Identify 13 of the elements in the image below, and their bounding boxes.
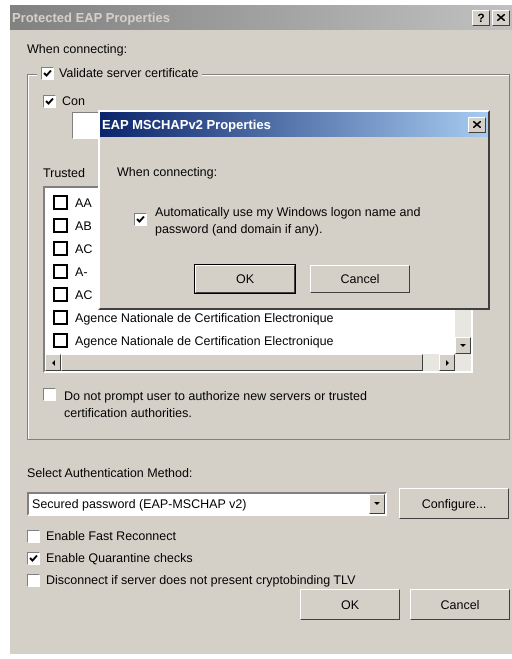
checkbox-label: Disconnect if server does not present cryptobinding TLV (46, 573, 356, 587)
window-title: Protected EAP Properties (12, 10, 170, 25)
checkbox-label: Automatically use my Windows logon name and password (and domain if any). (155, 204, 422, 238)
checkbox-label: Enable Quarantine checks (46, 551, 193, 565)
window-title: EAP MSCHAPv2 Properties (102, 117, 271, 132)
section-label: When connecting: (27, 42, 128, 56)
checkbox-label: Enable Fast Reconnect (46, 529, 176, 543)
section-label: When connecting: (117, 165, 218, 179)
list-label: Trusted (43, 166, 85, 180)
section-label: Select Authentication Method: (27, 466, 194, 480)
checkbox-label: Con (62, 94, 85, 108)
checkbox-label: Validate server certificate (59, 66, 198, 80)
checkbox-label: Do not prompt user to authorize new servers or trusted certification authorities. (64, 388, 368, 422)
